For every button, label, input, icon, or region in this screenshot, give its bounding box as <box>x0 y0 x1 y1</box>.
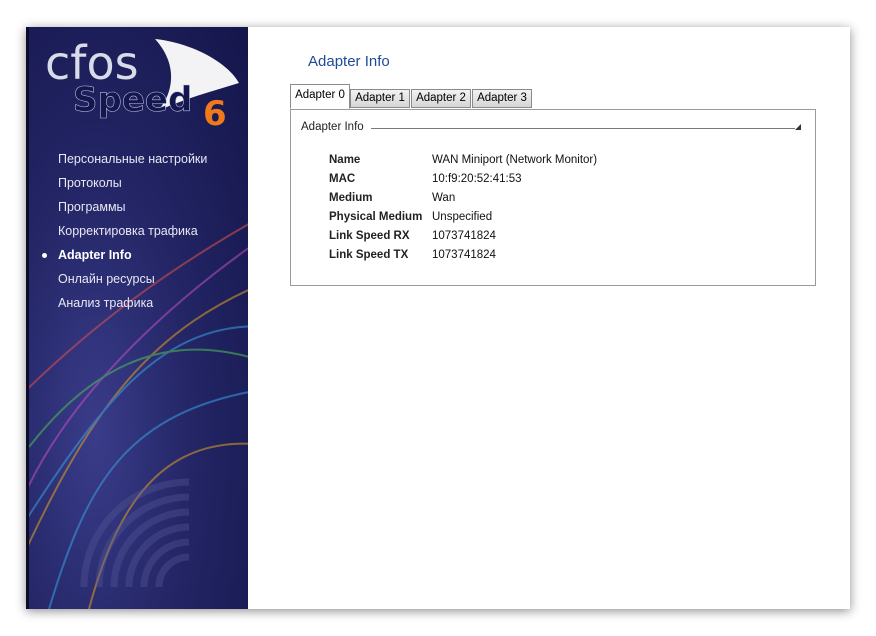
sidebar-item-online-resources[interactable]: Онлайн ресурсы <box>29 267 251 291</box>
collapse-triangle-icon[interactable] <box>795 124 801 130</box>
row-key: Medium <box>329 191 373 204</box>
sidebar-item-programs[interactable]: Программы <box>29 195 251 219</box>
tab-adapter-0[interactable]: Adapter 0 <box>290 84 350 109</box>
page-title: Adapter Info <box>308 53 390 70</box>
row-value: Wan <box>432 191 456 204</box>
sidebar-item-label: Анализ трафика <box>58 296 154 310</box>
sidebar-item-label: Корректировка трафика <box>58 224 198 238</box>
svg-text:6: 6 <box>203 94 227 127</box>
svg-text:Speed: Speed <box>73 80 192 120</box>
active-bullet-icon <box>42 253 47 258</box>
adapter-info-table: Name WAN Miniport (Network Monitor) MAC … <box>329 150 597 264</box>
sidebar-item-adapter-info[interactable]: Adapter Info <box>29 243 251 267</box>
sidebar-item-personal-settings[interactable]: Персональные настройки <box>29 147 251 171</box>
row-key: Link Speed RX <box>329 229 410 242</box>
row-value: 1073741824 <box>432 248 496 261</box>
sidebar: cfos Speed 6 Персональные настройки Прот… <box>26 27 251 609</box>
sidebar-item-label: Онлайн ресурсы <box>58 272 155 286</box>
sidebar-item-traffic-analysis[interactable]: Анализ трафика <box>29 291 251 315</box>
group-label: Adapter Info <box>301 121 370 133</box>
sidebar-item-label: Персональные настройки <box>58 152 208 166</box>
table-row: Physical Medium Unspecified <box>329 207 597 226</box>
row-key: Link Speed TX <box>329 248 409 261</box>
tab-adapter-3[interactable]: Adapter 3 <box>472 89 532 108</box>
sidebar-nav: Персональные настройки Протоколы Програм… <box>29 147 251 315</box>
main-content: Adapter Info Adapter 0 Adapter 1 Adapter… <box>248 27 850 609</box>
sidebar-item-protocols[interactable]: Протоколы <box>29 171 251 195</box>
group-divider <box>371 128 795 129</box>
adapter-info-panel: Adapter Info Name WAN Miniport (Network … <box>290 109 816 286</box>
row-key: Physical Medium <box>329 210 423 223</box>
table-row: Link Speed TX 1073741824 <box>329 245 597 264</box>
row-value: WAN Miniport (Network Monitor) <box>432 153 598 166</box>
sidebar-item-label: Протоколы <box>58 176 122 190</box>
table-row: Medium Wan <box>329 188 597 207</box>
row-value: 1073741824 <box>432 229 496 242</box>
row-value: Unspecified <box>432 210 493 223</box>
table-row: Name WAN Miniport (Network Monitor) <box>329 150 597 169</box>
app-window: cfos Speed 6 Персональные настройки Прот… <box>26 27 850 609</box>
tab-adapter-1[interactable]: Adapter 1 <box>350 89 410 108</box>
sidebar-item-label: Программы <box>58 200 126 214</box>
cfos-speed-logo: cfos Speed 6 <box>45 36 239 127</box>
row-value: 10:f9:20:52:41:53 <box>432 172 522 185</box>
row-key: Name <box>329 153 361 166</box>
sidebar-item-label: Adapter Info <box>58 248 132 262</box>
tab-adapter-2[interactable]: Adapter 2 <box>411 89 471 108</box>
table-row: MAC 10:f9:20:52:41:53 <box>329 169 597 188</box>
row-key: MAC <box>329 172 356 185</box>
table-row: Link Speed RX 1073741824 <box>329 226 597 245</box>
sidebar-item-traffic-shaping[interactable]: Корректировка трафика <box>29 219 251 243</box>
